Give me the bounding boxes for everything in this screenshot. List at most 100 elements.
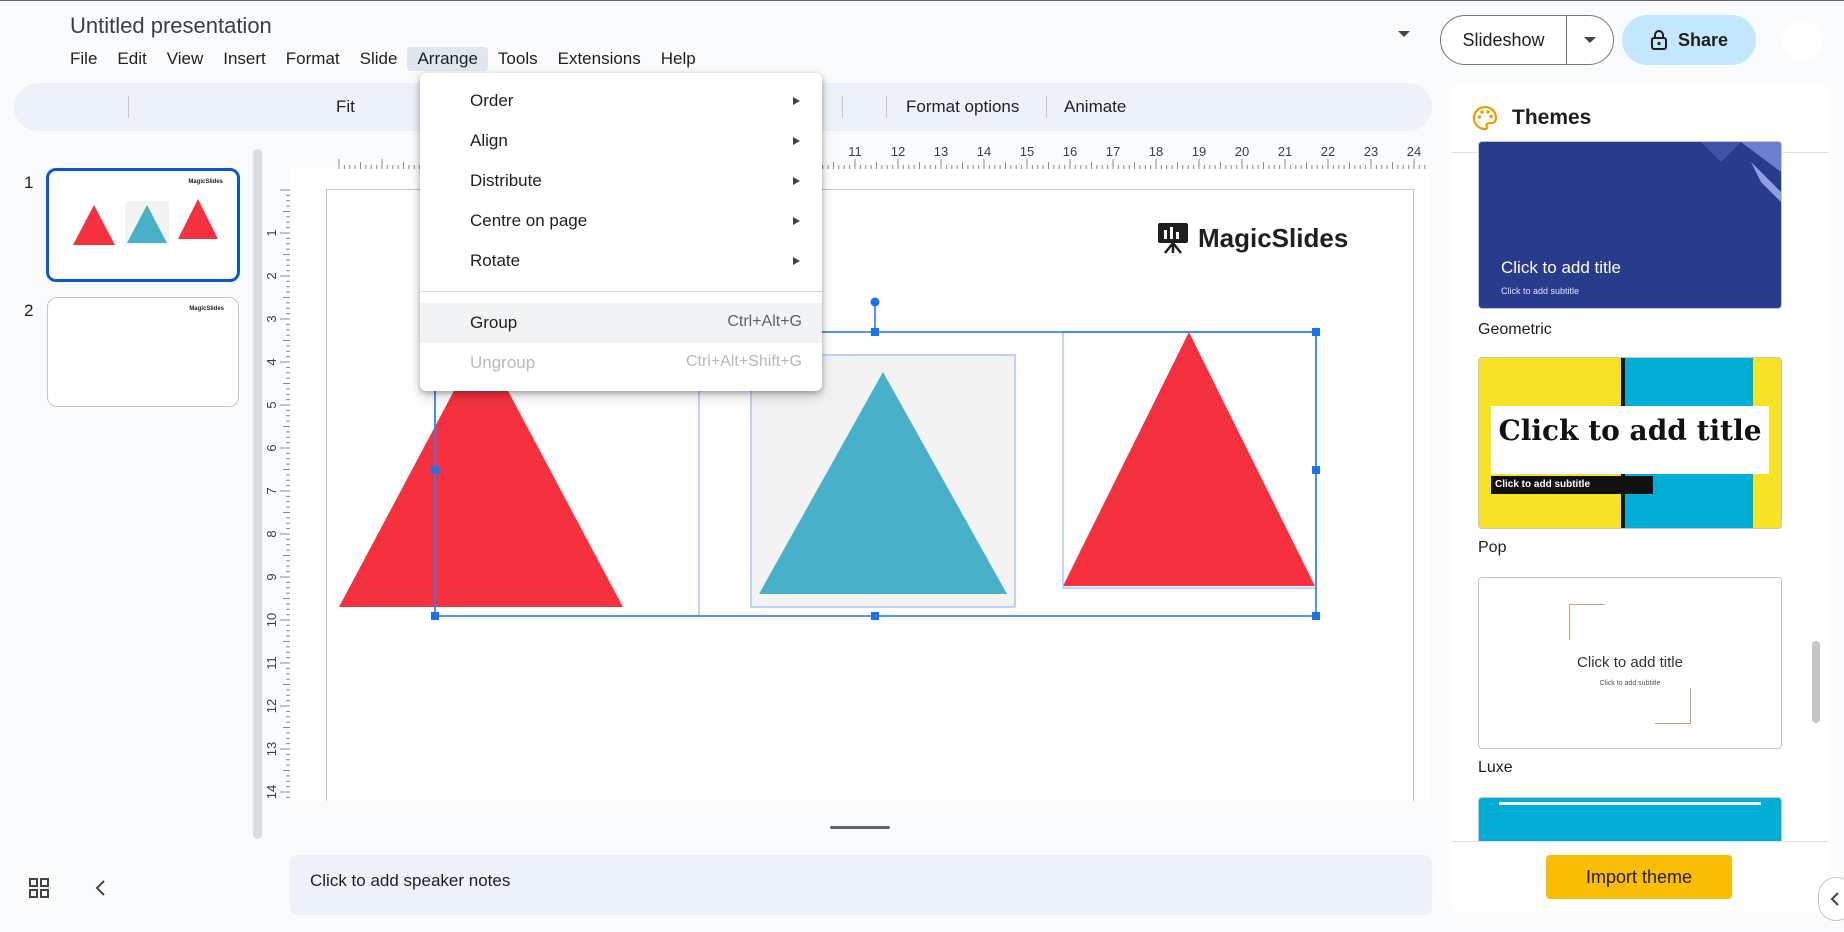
ruler-tick-label: 5 bbox=[264, 401, 279, 408]
ruler-tick-label: 23 bbox=[1364, 144, 1378, 159]
ruler-tick-label: 16 bbox=[1063, 144, 1077, 159]
menu-edit[interactable]: Edit bbox=[107, 47, 156, 71]
slide-logo[interactable]: MagicSlides bbox=[1156, 221, 1348, 255]
menu-item-shortcut: Ctrl+Alt+G bbox=[727, 313, 802, 330]
ruler-tick-label: 20 bbox=[1235, 144, 1249, 159]
theme-title-text: Click to add title bbox=[1501, 258, 1621, 277]
menu-item-align[interactable]: Align bbox=[420, 121, 822, 161]
theme-pop[interactable]: Click to add title Click to add subtitle bbox=[1478, 357, 1782, 529]
menu-item-distribute[interactable]: Distribute bbox=[420, 161, 822, 201]
zoom-fit-button[interactable]: Fit bbox=[336, 97, 355, 117]
ruler-tick-label: 14 bbox=[977, 144, 991, 159]
ruler-tick-label: 2 bbox=[264, 272, 279, 279]
resize-handle[interactable] bbox=[1312, 612, 1320, 620]
resize-handle[interactable] bbox=[431, 466, 439, 474]
theme-luxe[interactable]: Click to add title Click to add subtitle bbox=[1478, 577, 1782, 749]
menu-item-label: Order bbox=[470, 91, 514, 110]
themes-scrollbar[interactable] bbox=[1812, 641, 1820, 723]
menu-item-shortcut: Ctrl+Alt+Shift+G bbox=[685, 353, 802, 370]
grid-view-icon[interactable] bbox=[28, 877, 50, 899]
slideshow-dropdown[interactable] bbox=[1567, 37, 1613, 43]
submenu-arrow-icon bbox=[793, 177, 800, 185]
slide-number: 2 bbox=[24, 301, 34, 320]
theme-title-text: Click to add title bbox=[1577, 654, 1683, 671]
ruler-tick-label: 10 bbox=[264, 613, 279, 627]
menu-extensions[interactable]: Extensions bbox=[548, 47, 651, 71]
ruler-tick-label: 11 bbox=[264, 656, 279, 670]
ruler-tick-label: 7 bbox=[264, 487, 279, 494]
toolbar-separator bbox=[886, 96, 887, 118]
rotate-handle[interactable] bbox=[870, 297, 880, 307]
submenu-arrow-icon bbox=[793, 217, 800, 225]
menu-item-rotate[interactable]: Rotate bbox=[420, 241, 822, 281]
vertical-ruler[interactable]: 1234567891011121314 bbox=[264, 169, 290, 801]
document-title[interactable]: Untitled presentation bbox=[70, 13, 272, 39]
menu-slide[interactable]: Slide bbox=[350, 47, 408, 71]
menu-arrange[interactable]: Arrange bbox=[407, 47, 488, 71]
menu-item-label: Ungroup bbox=[470, 353, 536, 372]
theme-geometric[interactable]: Click to add title Click to add subtitle bbox=[1478, 141, 1782, 309]
ruler-tick-label: 11 bbox=[848, 144, 862, 159]
ruler-tick-label: 1 bbox=[264, 229, 279, 236]
filmstrip-scrollbar[interactable] bbox=[253, 149, 262, 839]
animate-button[interactable]: Animate bbox=[1064, 97, 1126, 117]
version-dropdown-icon[interactable] bbox=[1398, 31, 1410, 37]
collapse-filmstrip-icon[interactable] bbox=[92, 877, 110, 899]
chevron-down-icon bbox=[1584, 37, 1596, 43]
menu-item-centre-on-page[interactable]: Centre on page bbox=[420, 201, 822, 241]
slideshow-button[interactable]: Slideshow bbox=[1440, 15, 1614, 65]
speaker-notes[interactable]: Click to add speaker notes bbox=[290, 855, 1432, 915]
slide-thumbnail-1[interactable]: MagicSlides bbox=[46, 168, 240, 282]
ruler-tick-label: 15 bbox=[1020, 144, 1034, 159]
thumb-shapes bbox=[73, 199, 218, 245]
menu-item-label: Align bbox=[470, 131, 508, 150]
resize-handle[interactable] bbox=[1312, 328, 1320, 336]
toolbar-separator bbox=[842, 96, 843, 118]
slide-logo-text: MagicSlides bbox=[1198, 222, 1349, 253]
ruler-tick-label: 14 bbox=[264, 785, 279, 799]
menu-item-label: Group bbox=[470, 313, 518, 332]
share-button[interactable]: Share bbox=[1622, 15, 1756, 65]
resize-handle[interactable] bbox=[871, 612, 879, 620]
menu-item-order[interactable]: Order bbox=[420, 81, 822, 121]
triangle-red-right[interactable] bbox=[1063, 332, 1315, 586]
toolbar-separator bbox=[128, 96, 129, 118]
menu-item-group[interactable]: Group Ctrl+Alt+G bbox=[420, 303, 822, 343]
ruler-tick-label: 12 bbox=[264, 699, 279, 713]
notes-resize-handle[interactable] bbox=[830, 826, 890, 829]
theme-subtitle-text: Click to add subtitle bbox=[1501, 286, 1580, 296]
import-theme-button[interactable]: Import theme bbox=[1546, 855, 1732, 899]
theme-next[interactable] bbox=[1478, 797, 1782, 841]
menu-file[interactable]: File bbox=[60, 47, 107, 71]
slide-number: 1 bbox=[24, 173, 34, 192]
slide-thumbnail-2[interactable]: MagicSlides bbox=[47, 297, 239, 407]
ruler-tick-label: 12 bbox=[891, 144, 905, 159]
ruler-tick-label: 9 bbox=[264, 573, 279, 580]
toolbar-separator bbox=[1046, 96, 1047, 118]
themes-panel: Themes Click to add title Click to add s… bbox=[1452, 83, 1828, 913]
ruler-tick-label: 22 bbox=[1321, 144, 1335, 159]
side-panel-toggle[interactable] bbox=[1818, 877, 1844, 921]
menu-tools[interactable]: Tools bbox=[488, 47, 548, 71]
presentation-board-icon bbox=[1158, 223, 1188, 254]
ruler-tick-label: 6 bbox=[264, 444, 279, 451]
resize-handle[interactable] bbox=[431, 612, 439, 620]
menu-item-label: Rotate bbox=[470, 251, 521, 270]
format-options-button[interactable]: Format options bbox=[906, 97, 1019, 117]
resize-handle[interactable] bbox=[871, 328, 879, 336]
theme-name-geometric: Geometric bbox=[1478, 321, 1552, 338]
ruler-tick-label: 8 bbox=[264, 530, 279, 537]
menu-format[interactable]: Format bbox=[276, 47, 350, 71]
avatar[interactable] bbox=[1782, 21, 1822, 61]
themes-title: Themes bbox=[1512, 105, 1592, 129]
ruler-tick-label: 18 bbox=[1149, 144, 1163, 159]
menu-insert[interactable]: Insert bbox=[213, 47, 276, 71]
resize-handle[interactable] bbox=[1312, 466, 1320, 474]
menu-help[interactable]: Help bbox=[651, 47, 706, 71]
arrange-menu: Order Align Distribute Centre on page Ro… bbox=[420, 73, 822, 391]
slideshow-label[interactable]: Slideshow bbox=[1441, 16, 1567, 64]
menubar: File Edit View Insert Format Slide Arran… bbox=[60, 47, 706, 71]
ruler-tick-label: 24 bbox=[1407, 144, 1421, 159]
menu-view[interactable]: View bbox=[157, 47, 214, 71]
ruler-tick-label: 13 bbox=[264, 742, 279, 756]
